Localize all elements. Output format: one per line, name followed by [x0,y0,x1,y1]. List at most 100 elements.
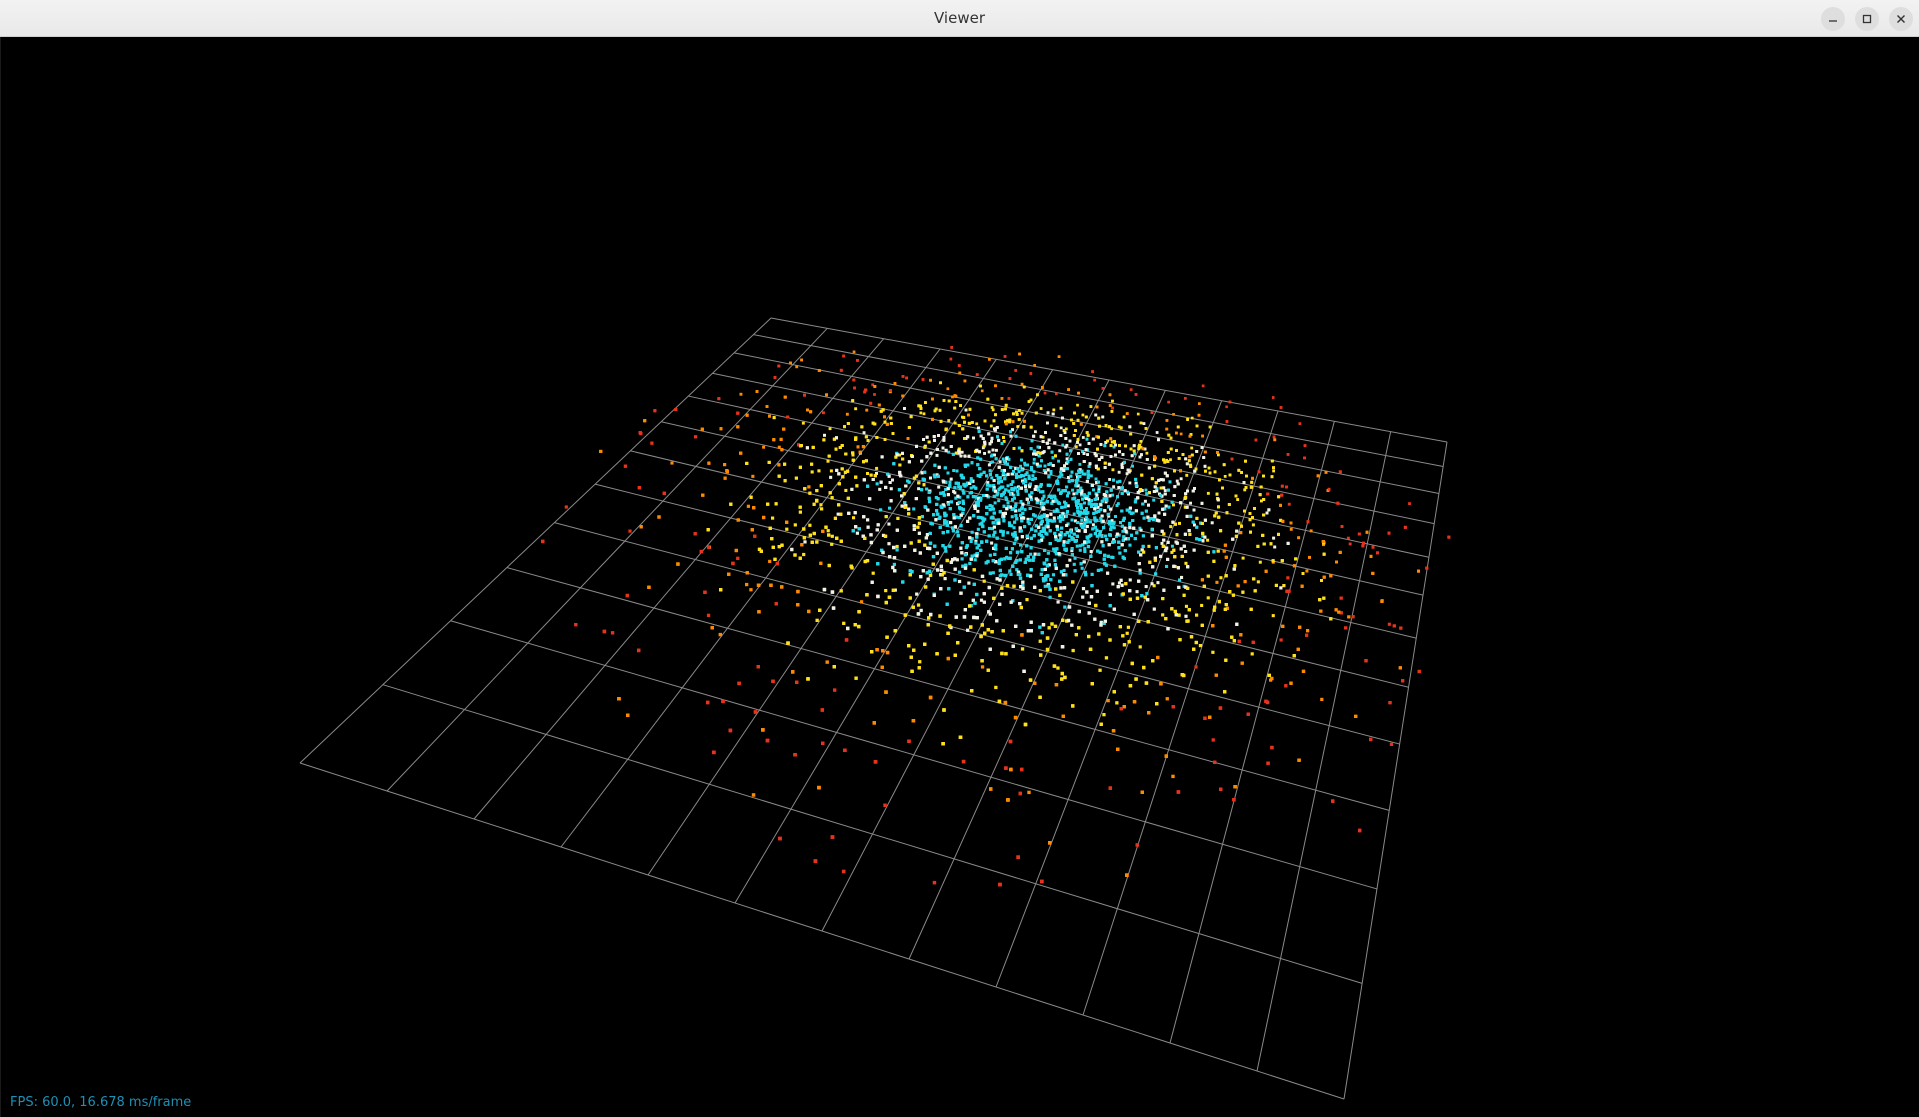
point [823,433,826,437]
point [1224,658,1228,662]
point [1012,542,1016,546]
point [777,445,781,449]
point [853,511,857,515]
point [1004,652,1008,656]
point [969,486,973,490]
point [1237,468,1241,472]
point [953,578,957,582]
point [1081,587,1086,591]
point [1028,574,1033,578]
point [1027,790,1031,795]
point [873,393,876,396]
maximize-button[interactable] [1855,7,1879,31]
point [1192,647,1196,651]
point [1119,578,1123,582]
point [768,414,771,418]
point [1112,526,1116,530]
point [852,350,856,354]
point [1081,595,1085,599]
point [796,589,800,594]
point [992,596,996,600]
point [1104,534,1108,538]
point [1011,644,1015,648]
point [1203,518,1207,522]
point [988,553,992,557]
point [1099,568,1103,572]
grid-line [1256,431,1392,1072]
point [846,626,850,631]
point [922,412,926,416]
point [1305,633,1309,637]
point [1038,639,1042,643]
point [1039,407,1043,410]
point [962,416,966,419]
point [951,452,955,456]
point [907,644,911,648]
title-bar[interactable]: Viewer [0,0,1919,37]
point [920,459,924,463]
minimize-button[interactable] [1821,7,1845,31]
scene-canvas[interactable] [1,37,1919,1117]
point [1161,613,1165,617]
point [830,534,834,538]
point [980,389,984,393]
point [1225,405,1228,409]
point [1003,700,1008,705]
point [1074,527,1078,531]
point [1111,468,1115,472]
point [908,596,912,600]
point [944,549,948,553]
point [1012,447,1016,450]
point [1189,635,1194,639]
point [736,411,740,415]
point [990,541,994,545]
point [1178,521,1181,525]
point [1306,520,1310,524]
point [983,452,986,455]
grid-line [473,338,885,820]
point [866,439,870,442]
point [1274,583,1278,587]
close-button[interactable] [1889,7,1913,31]
point [1128,543,1132,547]
point [967,581,971,585]
point [953,421,957,425]
point [983,631,987,635]
point [946,471,950,475]
point [998,602,1002,606]
point [1147,544,1151,548]
3d-viewport[interactable] [0,37,1919,1117]
point [810,470,814,474]
point [830,542,834,546]
point [1055,392,1058,396]
point [839,512,843,516]
point [1136,412,1140,416]
point [699,549,703,554]
point [1239,531,1243,535]
point [869,533,873,537]
point [976,527,980,531]
point [815,499,819,503]
point [1032,457,1036,461]
grid-line [630,450,1417,639]
point [1004,403,1008,407]
point [1153,514,1157,518]
point [1009,572,1013,576]
point [865,408,869,412]
point [997,499,1001,503]
point [1248,512,1252,515]
point [1219,529,1223,533]
point [1234,494,1238,498]
point [1125,412,1129,415]
point [780,448,784,452]
point [883,438,887,441]
point [1138,568,1142,572]
point [884,589,888,593]
point [1162,538,1166,542]
point [915,592,919,596]
point [1111,582,1115,586]
point [1145,451,1149,455]
point [1408,502,1411,505]
point [1064,489,1067,493]
point [1280,484,1284,488]
